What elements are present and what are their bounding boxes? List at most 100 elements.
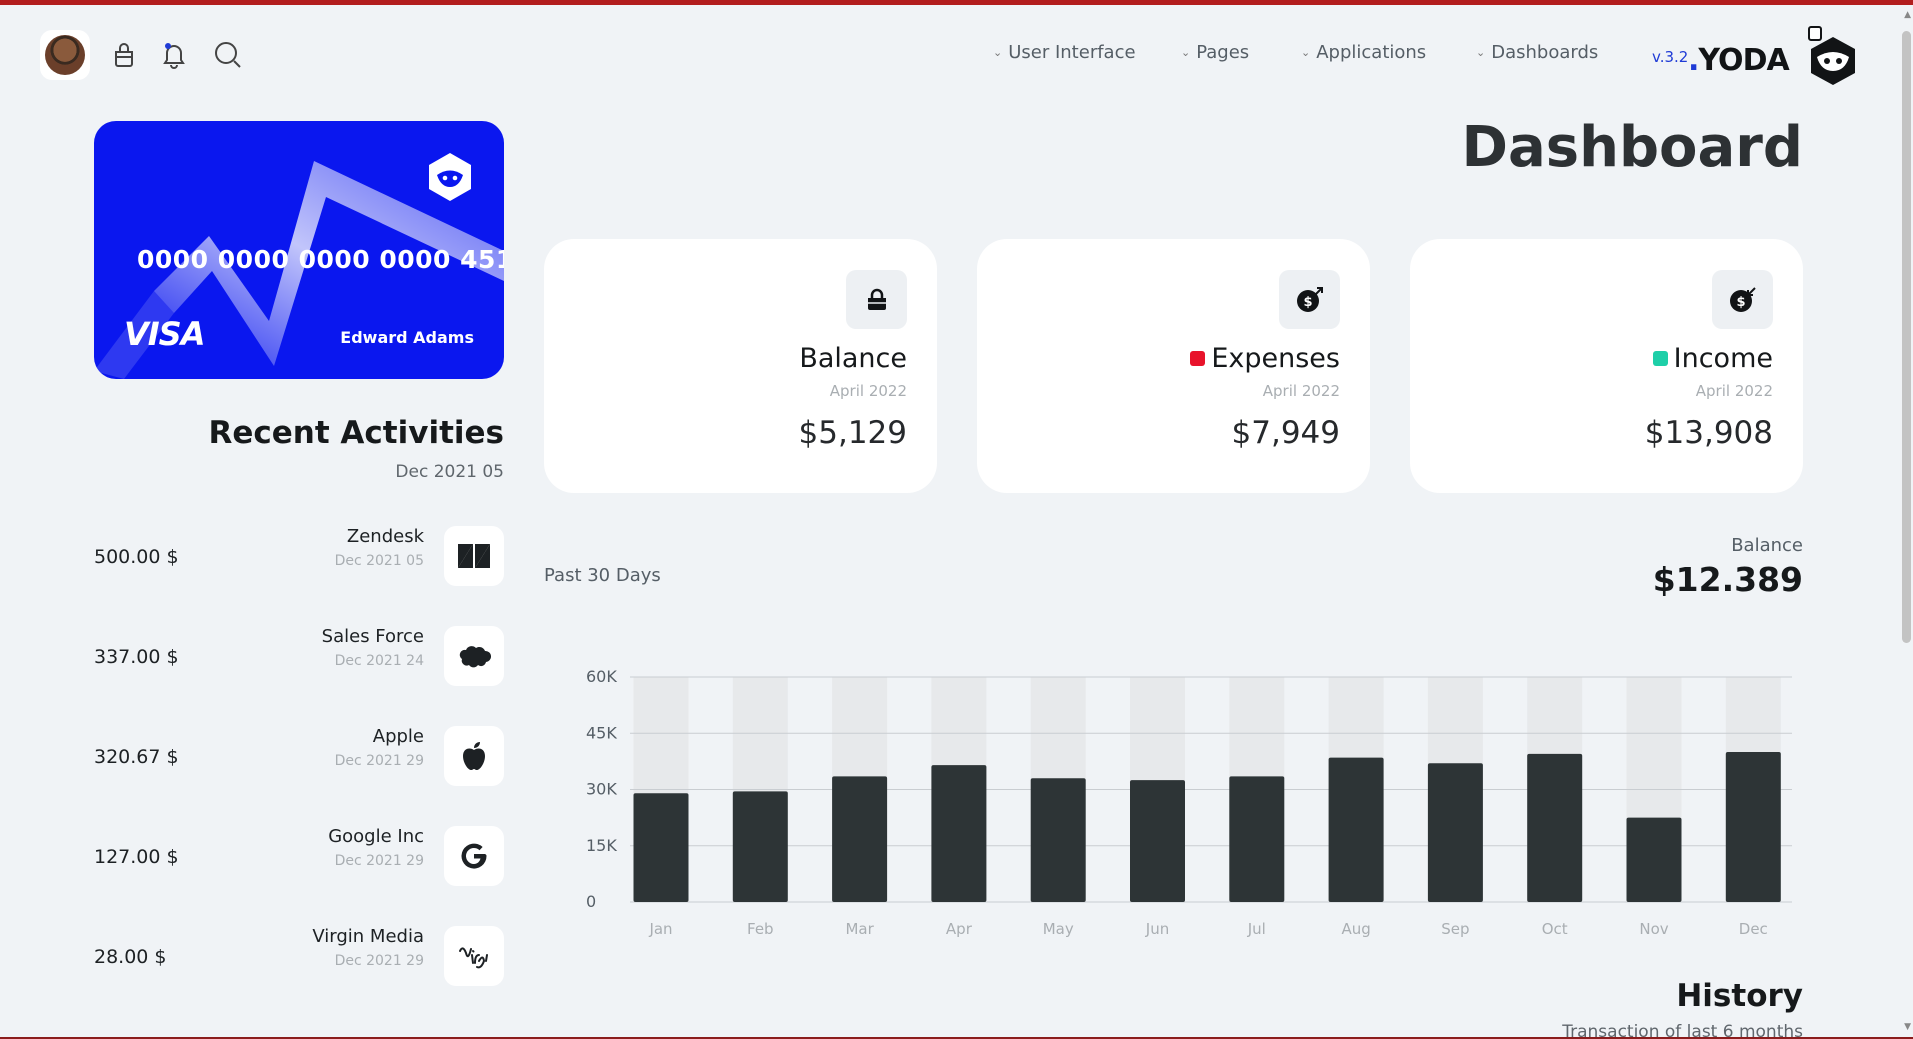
nav-user-interface[interactable]: ⌄ User Interface [993, 42, 1136, 63]
apple-logo-icon [444, 726, 504, 786]
bar-nov [1626, 817, 1682, 902]
svg-text:$: $ [1303, 295, 1312, 310]
nav-dashboards[interactable]: ⌄ Dashboards [1476, 42, 1598, 63]
stat-value: $5,129 [798, 415, 907, 451]
y-tick-label: 30K [586, 780, 617, 799]
x-tick-label: May [1043, 920, 1074, 938]
nav-applications[interactable]: ⌄ Applications [1301, 42, 1426, 63]
scrollbar-thumb[interactable] [1902, 31, 1911, 643]
bell-icon[interactable] [160, 41, 188, 69]
bar-aug [1328, 757, 1384, 902]
money-out-icon: $ [1279, 270, 1340, 329]
chevron-down-icon: ⌄ [1476, 46, 1486, 59]
stat-subtitle: April 2022 [1695, 382, 1773, 400]
x-tick-label: Jan [648, 920, 672, 938]
x-tick-label: Feb [747, 920, 774, 938]
y-tick-label: 0 [586, 892, 596, 911]
stat-title-row: Expenses [1190, 343, 1340, 374]
google-logo-icon [444, 826, 504, 886]
page-title: Dashboard [1461, 115, 1803, 180]
activity-item[interactable]: 337.00 $ Sales Force Dec 2021 24 [94, 620, 504, 686]
stat-value: $13,908 [1644, 415, 1773, 451]
nav-pages[interactable]: ⌄ Pages [1181, 42, 1249, 63]
income-trend-icon [1652, 351, 1668, 366]
x-tick-label: Oct [1542, 920, 1568, 938]
stat-card-balance[interactable]: Balance April 2022 $5,129 [544, 239, 937, 493]
chevron-down-icon: ⌄ [993, 46, 1003, 59]
chevron-down-icon: ⌄ [1181, 46, 1191, 59]
stat-card-expenses[interactable]: $ Expenses April 2022 $7,949 [977, 239, 1370, 493]
scrollbar[interactable] [1900, 5, 1913, 1037]
x-tick-label: Sep [1441, 920, 1469, 938]
stat-title-row: Income [1652, 343, 1773, 374]
activity-date: Dec 2021 24 [334, 653, 424, 669]
wallet-icon [846, 270, 907, 329]
bar-jul [1229, 776, 1285, 902]
activity-date: Dec 2021 29 [334, 853, 424, 869]
virgin-logo-icon [444, 926, 504, 986]
activity-name: Sales Force [321, 626, 424, 647]
activity-date: Dec 2021 05 [334, 553, 424, 569]
expense-trend-icon [1190, 351, 1206, 366]
avatar-photo [45, 35, 85, 75]
bar-dec [1725, 752, 1781, 902]
history-title: History [1676, 978, 1803, 1014]
stat-title: Expenses [1211, 343, 1340, 374]
activity-item[interactable]: 500.00 $ Zendesk Dec 2021 05 [94, 520, 504, 586]
activity-amount: 337.00 $ [94, 646, 179, 668]
nav-label: Applications [1316, 42, 1427, 63]
stat-card-income[interactable]: $ Income April 2022 $13,908 [1410, 239, 1803, 493]
activity-amount: 320.67 $ [94, 746, 179, 768]
yoda-logo-icon[interactable] [1805, 25, 1861, 87]
activity-date: Dec 2021 29 [334, 753, 424, 769]
y-tick-label: 45K [586, 723, 617, 742]
activity-amount: 127.00 $ [94, 846, 179, 868]
brand-name[interactable]: .YODA [1688, 43, 1790, 78]
bar-mar [832, 776, 888, 902]
activity-item[interactable]: 127.00 $ Google Inc Dec 2021 29 [94, 820, 504, 886]
x-tick-label: Aug [1341, 920, 1370, 938]
activity-name: Apple [372, 726, 424, 747]
activity-item[interactable]: 28.00 $ Virgin Media Dec 2021 29 [94, 920, 504, 986]
x-tick-label: Mar [845, 920, 874, 938]
stat-subtitle: April 2022 [829, 382, 907, 400]
card-holder-name: Edward Adams [340, 328, 474, 347]
recent-activities-title: Recent Activities [208, 415, 504, 451]
recent-activities-date: Dec 2021 05 [395, 462, 504, 482]
top-header: ⌄ User Interface ⌄ Pages ⌄ Applications … [0, 5, 1900, 100]
activity-name: Zendesk [346, 526, 424, 547]
y-tick-label: 15K [586, 836, 617, 855]
activity-item[interactable]: 320.67 $ Apple Dec 2021 29 [94, 720, 504, 786]
search-icon[interactable] [214, 41, 242, 69]
svg-text:$: $ [1736, 295, 1745, 310]
salesforce-logo-icon [444, 626, 504, 686]
zendesk-logo-icon [444, 526, 504, 586]
period-label: Past 30 Days [544, 565, 661, 586]
scroll-down-icon[interactable]: ▼ [1904, 1022, 1911, 1032]
bar-oct [1527, 753, 1583, 902]
x-tick-label: Dec [1739, 920, 1768, 938]
nav-label: Pages [1196, 42, 1250, 63]
bar-sep [1427, 763, 1483, 902]
monthly-bar-chart: 0 15K 30K 45K 60K Jan Feb Mar Apr May Jun Jul Aug Sep… [586, 667, 1792, 938]
activity-name: Virgin Media [312, 926, 424, 947]
scroll-up-icon[interactable]: ▲ [1904, 10, 1911, 20]
bar-apr [931, 765, 987, 902]
y-tick-label: 60K [586, 667, 617, 686]
shopping-bag-icon[interactable] [110, 41, 138, 69]
nav-label: Dashboards [1491, 42, 1599, 63]
credit-card[interactable]: 0000 0000 0000 0000 4512 VISA Edward Ada… [94, 121, 504, 379]
avatar[interactable] [40, 30, 90, 80]
x-tick-label: Jul [1247, 920, 1266, 938]
stat-subtitle: April 2022 [1262, 382, 1340, 400]
chevron-down-icon: ⌄ [1301, 46, 1311, 59]
bar-may [1030, 778, 1086, 902]
stat-title: Balance [799, 343, 907, 374]
balance-label: Balance [1731, 535, 1803, 556]
activity-amount: 500.00 $ [94, 546, 179, 568]
bar-jun [1130, 780, 1185, 902]
money-in-icon: $ [1712, 270, 1773, 329]
card-brand-logo-icon [429, 153, 471, 201]
balance-value: $12.389 [1652, 560, 1803, 599]
bar-jan [633, 793, 689, 902]
